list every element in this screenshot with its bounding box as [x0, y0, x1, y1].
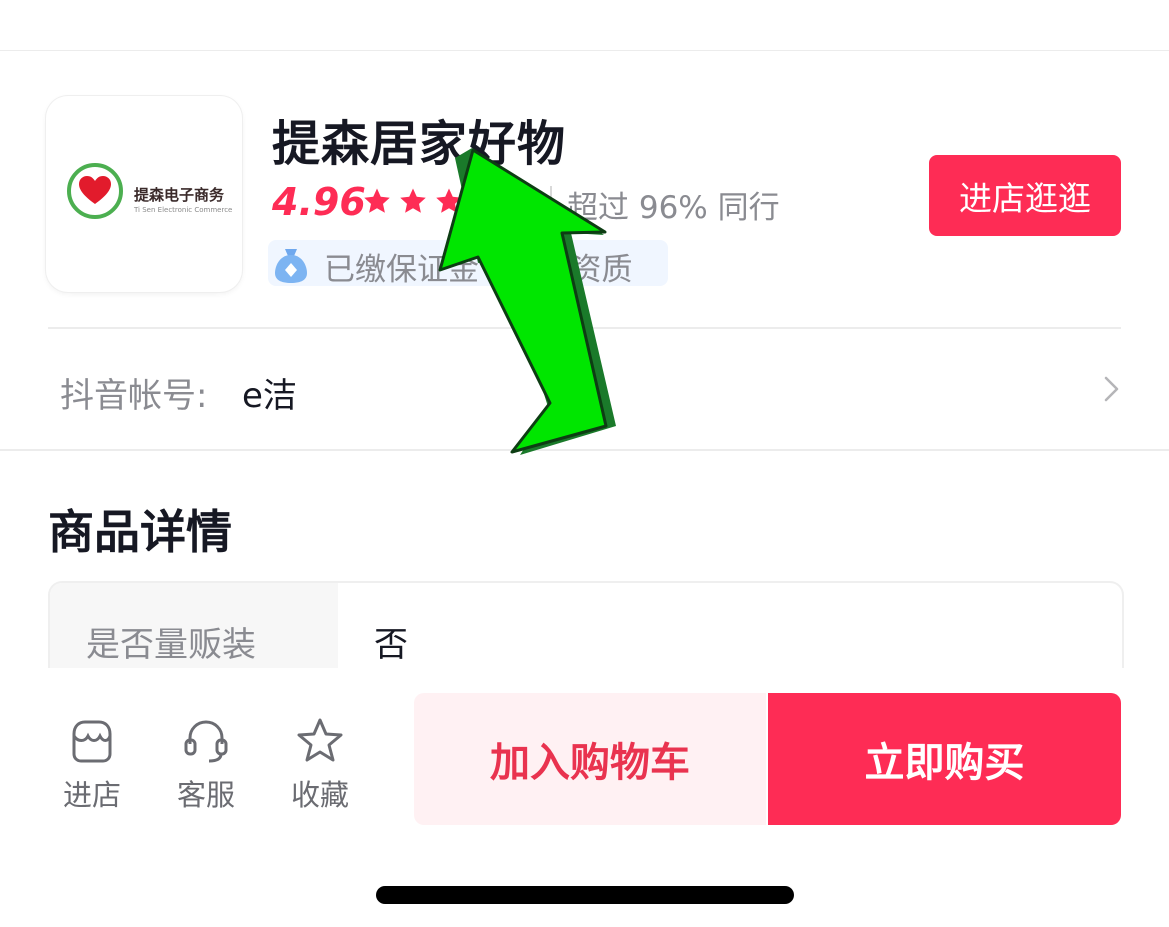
shop-name[interactable]: 提森居家好物 [272, 104, 566, 174]
star-icon [470, 186, 500, 216]
logo-text: 提森电子商务 [134, 186, 225, 204]
add-to-cart-button[interactable]: 加入购物车 [414, 693, 766, 825]
shop-logo[interactable]: 提森电子商务 Ti Sen Electronic Commerce [46, 96, 242, 292]
action-label: 收藏 [290, 778, 349, 812]
logo-subtext: Ti Sen Electronic Commerce [134, 206, 233, 214]
rank-text: 超过 96% 同行 [567, 190, 780, 226]
account-value: e洁 [242, 376, 297, 416]
enter-shop-button[interactable]: 进店逛逛 [929, 155, 1121, 236]
star-icon [362, 186, 392, 216]
shop-rating: 4.96 [272, 180, 366, 224]
headset-icon [184, 720, 228, 763]
chevron-right-icon [1104, 376, 1119, 402]
heart-logo-icon [67, 163, 123, 219]
card-divider [48, 327, 1121, 329]
store-icon [72, 720, 112, 763]
douyin-account-row[interactable]: 抖音帐号: e洁 [0, 340, 1169, 440]
buy-now-button[interactable]: 立即购买 [768, 693, 1121, 825]
home-indicator [376, 886, 794, 904]
action-label: 进店 [62, 778, 121, 812]
action-label: 客服 [176, 778, 235, 812]
account-label: 抖音帐号: [60, 376, 208, 416]
rating-stars [362, 186, 536, 216]
section-divider [0, 449, 1169, 451]
star-outline-icon [297, 718, 343, 762]
star-icon [434, 186, 464, 216]
badge-text: 已缴保证金 · 商家资质 [324, 252, 633, 288]
action-favorite[interactable]: 收藏 [275, 716, 365, 816]
star-icon [506, 186, 536, 216]
spec-value: 否 [374, 625, 408, 665]
money-bag-icon [275, 249, 307, 283]
top-divider [0, 50, 1169, 51]
spec-key: 是否量贩装 [86, 625, 256, 665]
action-customer-service[interactable]: 客服 [161, 716, 251, 816]
star-icon [398, 186, 428, 216]
action-enter-store[interactable]: 进店 [47, 716, 137, 816]
product-details-title: 商品详情 [48, 505, 232, 559]
rating-separator [550, 186, 552, 216]
